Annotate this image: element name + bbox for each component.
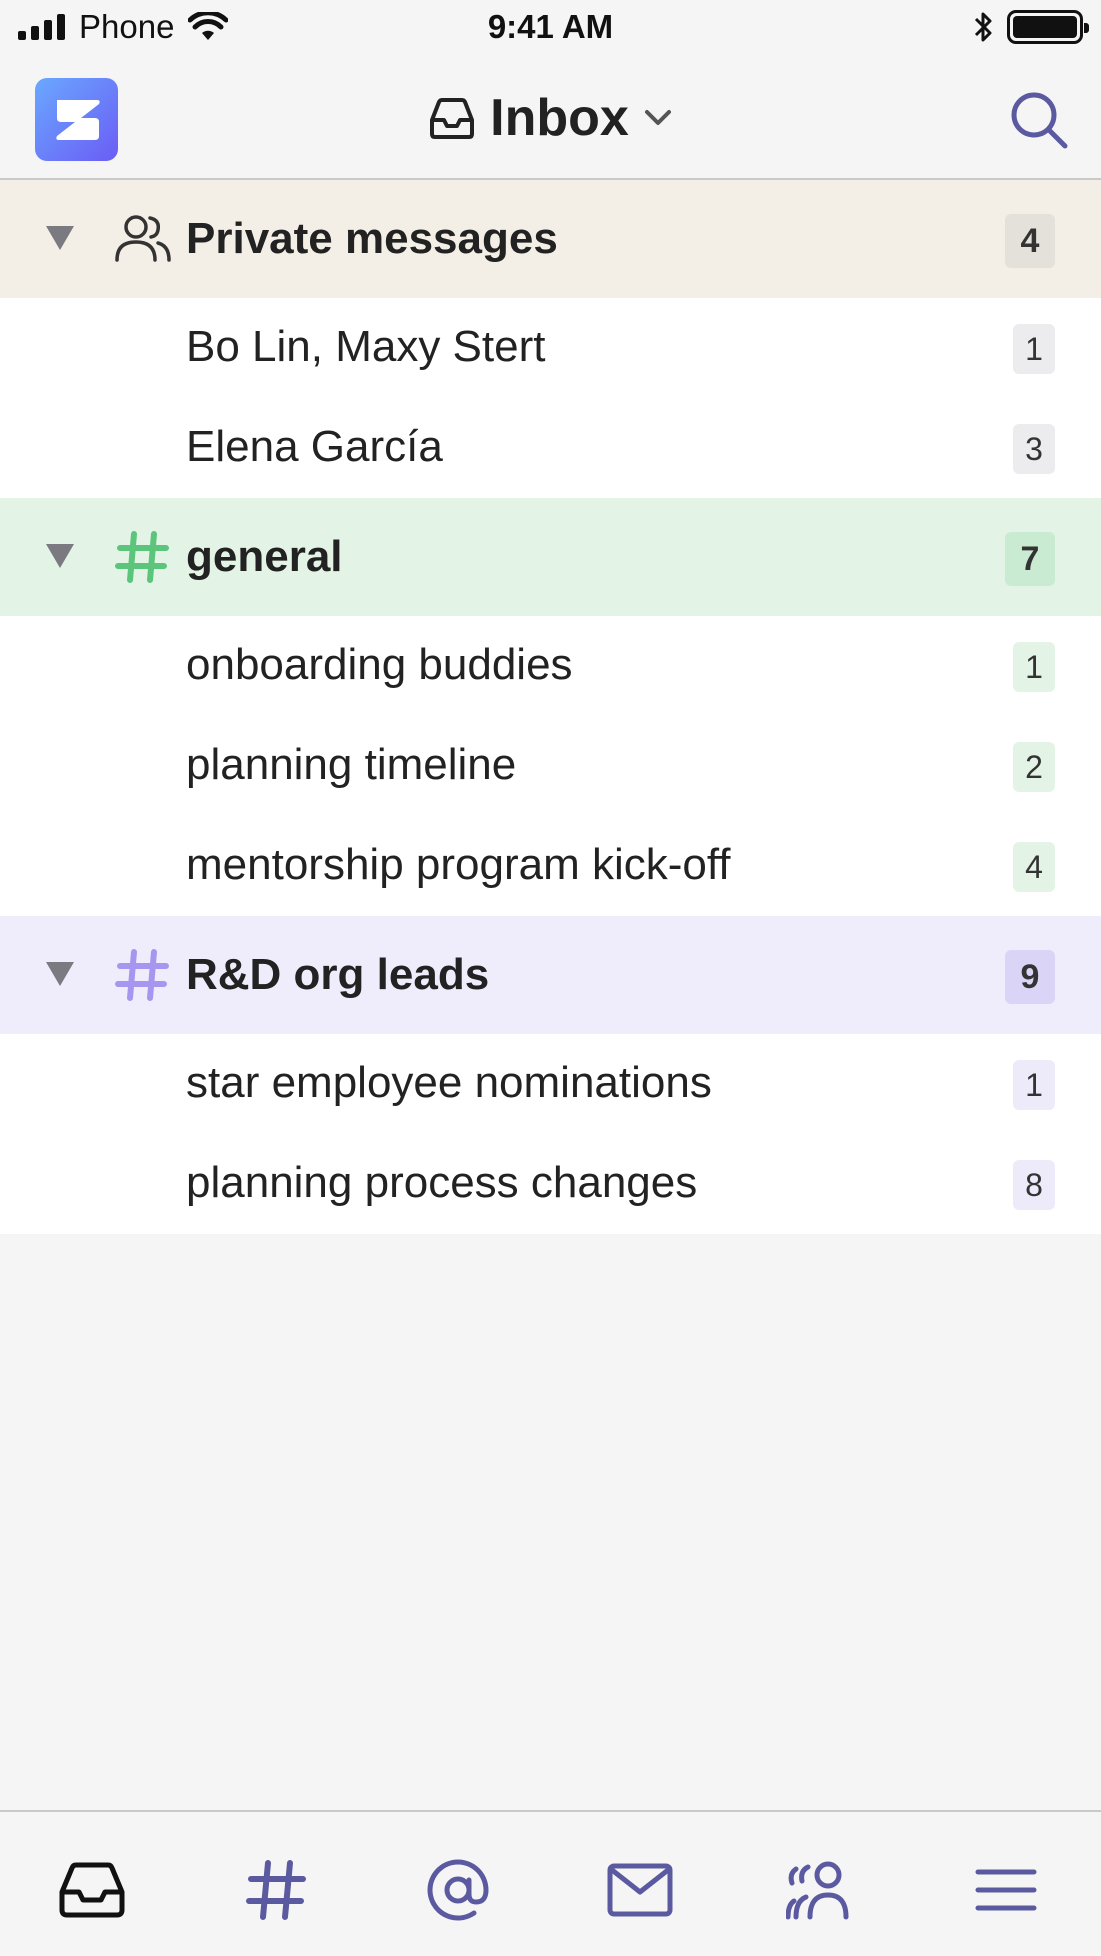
users-icon xyxy=(115,215,171,262)
unread-count-badge: 4 xyxy=(1005,214,1055,268)
inbox-icon xyxy=(430,98,475,139)
direct-messages-icon xyxy=(607,1863,673,1917)
users-icon xyxy=(786,1861,849,1920)
inbox-icon xyxy=(59,1862,125,1918)
battery-icon xyxy=(1007,10,1089,44)
unread-count-badge: 1 xyxy=(1013,324,1055,374)
conversation-row[interactable]: Bo Lin, Maxy Stert 1 xyxy=(0,298,1101,398)
hashtag-icon xyxy=(115,949,169,1001)
unread-count-badge: 8 xyxy=(1013,1160,1055,1210)
topic-name: onboarding buddies xyxy=(186,640,573,689)
nav-users-button[interactable] xyxy=(786,1854,858,1926)
hashtag-icon xyxy=(115,531,169,583)
topic-row[interactable]: onboarding buddies 1 xyxy=(0,616,1101,716)
unread-count-badge: 9 xyxy=(1005,950,1055,1004)
nav-menu-button[interactable] xyxy=(970,1854,1042,1926)
topic-name: star employee nominations xyxy=(186,1058,712,1107)
group-header-private-messages[interactable]: Private messages 4 xyxy=(0,180,1101,298)
unread-count-badge: 1 xyxy=(1013,1060,1055,1110)
status-bar: Phone 9:41 AM xyxy=(0,0,1101,58)
chevron-down-icon xyxy=(644,110,671,125)
nav-direct-messages-button[interactable] xyxy=(604,1854,676,1926)
page-title: Inbox xyxy=(490,89,629,147)
menu-icon xyxy=(975,1869,1037,1911)
conversation-name: Elena García xyxy=(186,422,443,471)
topic-row[interactable]: star employee nominations 1 xyxy=(0,1034,1101,1134)
unread-count-badge: 2 xyxy=(1013,742,1055,792)
nav-inbox-button[interactable] xyxy=(56,1854,128,1926)
search-icon xyxy=(1011,92,1068,149)
unread-count-badge: 7 xyxy=(1005,532,1055,586)
topic-row[interactable]: planning process changes 8 xyxy=(0,1134,1101,1234)
nav-channels-button[interactable] xyxy=(240,1854,312,1926)
mentions-icon xyxy=(427,1859,489,1921)
topic-row[interactable]: planning timeline 2 xyxy=(0,716,1101,816)
conversation-row[interactable]: Elena García 3 xyxy=(0,398,1101,498)
app-header: Inbox xyxy=(0,58,1101,180)
inbox-view-selector[interactable]: Inbox xyxy=(0,88,1101,148)
collapse-caret-icon[interactable] xyxy=(46,226,74,250)
topic-name: mentorship program kick-off xyxy=(186,840,731,889)
group-header-general[interactable]: general 7 xyxy=(0,498,1101,616)
channels-icon xyxy=(246,1860,306,1920)
conversation-name: Bo Lin, Maxy Stert xyxy=(186,322,546,371)
status-right xyxy=(973,10,1089,44)
topic-name: planning process changes xyxy=(186,1158,698,1207)
nav-mentions-button[interactable] xyxy=(422,1854,494,1926)
group-name: R&D org leads xyxy=(186,950,490,999)
group-name: general xyxy=(186,532,343,581)
group-name: Private messages xyxy=(186,214,558,263)
collapse-caret-icon[interactable] xyxy=(46,962,74,986)
topic-row[interactable]: mentorship program kick-off 4 xyxy=(0,816,1101,916)
collapse-caret-icon[interactable] xyxy=(46,544,74,568)
unread-count-badge: 1 xyxy=(1013,642,1055,692)
search-button[interactable] xyxy=(1007,88,1071,152)
bluetooth-icon xyxy=(974,12,992,42)
bottom-nav xyxy=(0,1810,1101,1956)
unread-count-badge: 4 xyxy=(1013,842,1055,892)
group-header-rd-org-leads[interactable]: R&D org leads 9 xyxy=(0,916,1101,1034)
topic-name: planning timeline xyxy=(186,740,517,789)
inbox-list: Private messages 4 Bo Lin, Maxy Stert 1 … xyxy=(0,180,1101,1234)
unread-count-badge: 3 xyxy=(1013,424,1055,474)
status-time: 9:41 AM xyxy=(487,8,614,45)
